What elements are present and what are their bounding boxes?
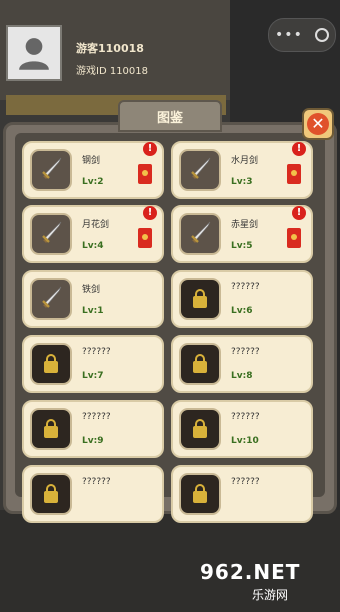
lock-icon [44, 418, 58, 438]
lock-icon [193, 483, 207, 503]
sword-icon-box [179, 213, 221, 255]
item-name: 钢剑 [82, 156, 101, 166]
sword-icon [37, 283, 65, 315]
collection-item[interactable]: ?????? Lv:7 [22, 335, 164, 393]
item-name: ?????? [231, 477, 260, 487]
sword-icon-box [30, 149, 72, 191]
red-packet-icon[interactable] [138, 164, 152, 184]
dialog-title-plate: 图鉴 [118, 100, 222, 132]
locked-item-icon-box [179, 278, 221, 320]
collection-item[interactable]: ?????? Lv:6 [171, 270, 313, 328]
lock-icon [193, 353, 207, 373]
collection-item[interactable]: 月花剑 Lv:4! [22, 205, 164, 263]
item-name: ?????? [231, 282, 260, 292]
collection-item[interactable]: 钢剑 Lv:2! [22, 141, 164, 199]
close-icon[interactable]: ✕ [307, 113, 329, 135]
item-name: ?????? [82, 347, 111, 357]
mini-program-menu[interactable]: ••• [268, 18, 336, 52]
sword-icon-box [30, 213, 72, 255]
user-icon [19, 38, 49, 70]
locked-item-icon-box [30, 343, 72, 385]
item-name: ?????? [231, 347, 260, 357]
item-level: Lv:4 [82, 241, 104, 251]
item-level: Lv:6 [231, 306, 253, 316]
locked-item-icon-box [30, 408, 72, 450]
collection-item[interactable]: ?????? Lv:10 [171, 400, 313, 458]
sword-icon [186, 218, 214, 250]
item-name: 赤星剑 [231, 220, 259, 230]
locked-item-icon-box [179, 343, 221, 385]
collection-item[interactable]: ?????? Lv:8 [171, 335, 313, 393]
player-id: 游戏ID 110018 [76, 66, 149, 77]
collection-item[interactable]: ?????? [22, 465, 164, 523]
alert-badge: ! [143, 206, 157, 220]
sword-icon [37, 154, 65, 186]
item-name: ?????? [231, 412, 260, 422]
dialog-title: 图鉴 [156, 110, 183, 126]
lock-icon [44, 483, 58, 503]
red-packet-icon[interactable] [287, 164, 301, 184]
locked-item-icon-box [179, 473, 221, 515]
locked-item-icon-box [179, 408, 221, 450]
red-packet-icon[interactable] [138, 228, 152, 248]
item-level: Lv:10 [231, 436, 259, 446]
item-name: 铁剑 [82, 285, 101, 295]
item-level: Lv:3 [231, 177, 253, 187]
red-packet-icon[interactable] [287, 228, 301, 248]
sword-icon-box [30, 278, 72, 320]
collection-item[interactable]: 水月剑 Lv:3! [171, 141, 313, 199]
lock-icon [44, 353, 58, 373]
item-level: Lv:5 [231, 241, 253, 251]
player-name: 游客110018 [76, 42, 144, 55]
watermark-brand: 962.NET [200, 560, 301, 584]
item-level: Lv:7 [82, 371, 104, 381]
lock-icon [193, 418, 207, 438]
item-name: 水月剑 [231, 156, 259, 166]
alert-badge: ! [143, 142, 157, 156]
sword-icon [37, 218, 65, 250]
collection-item[interactable]: 铁剑 Lv:1 [22, 270, 164, 328]
item-name: ?????? [82, 477, 111, 487]
sword-icon-box [179, 149, 221, 191]
item-name: 月花剑 [82, 220, 110, 230]
alert-badge: ! [292, 142, 306, 156]
exit-icon[interactable] [314, 28, 329, 42]
item-level: Lv:8 [231, 371, 253, 381]
more-icon[interactable]: ••• [275, 27, 303, 43]
alert-badge: ! [292, 206, 306, 220]
item-level: Lv:1 [82, 306, 104, 316]
item-level: Lv:9 [82, 436, 104, 446]
close-button[interactable]: ✕ [302, 108, 334, 140]
lock-icon [193, 288, 207, 308]
sword-icon [186, 154, 214, 186]
collection-item[interactable]: ?????? [171, 465, 313, 523]
watermark: 962.NET 乐游网 [200, 560, 332, 604]
item-name: ?????? [82, 412, 111, 422]
locked-item-icon-box [30, 473, 72, 515]
collection-item[interactable]: 赤星剑 Lv:5! [171, 205, 313, 263]
avatar[interactable] [6, 25, 62, 81]
watermark-sub: 乐游网 [252, 588, 289, 602]
collection-item[interactable]: ?????? Lv:9 [22, 400, 164, 458]
item-level: Lv:2 [82, 177, 104, 187]
